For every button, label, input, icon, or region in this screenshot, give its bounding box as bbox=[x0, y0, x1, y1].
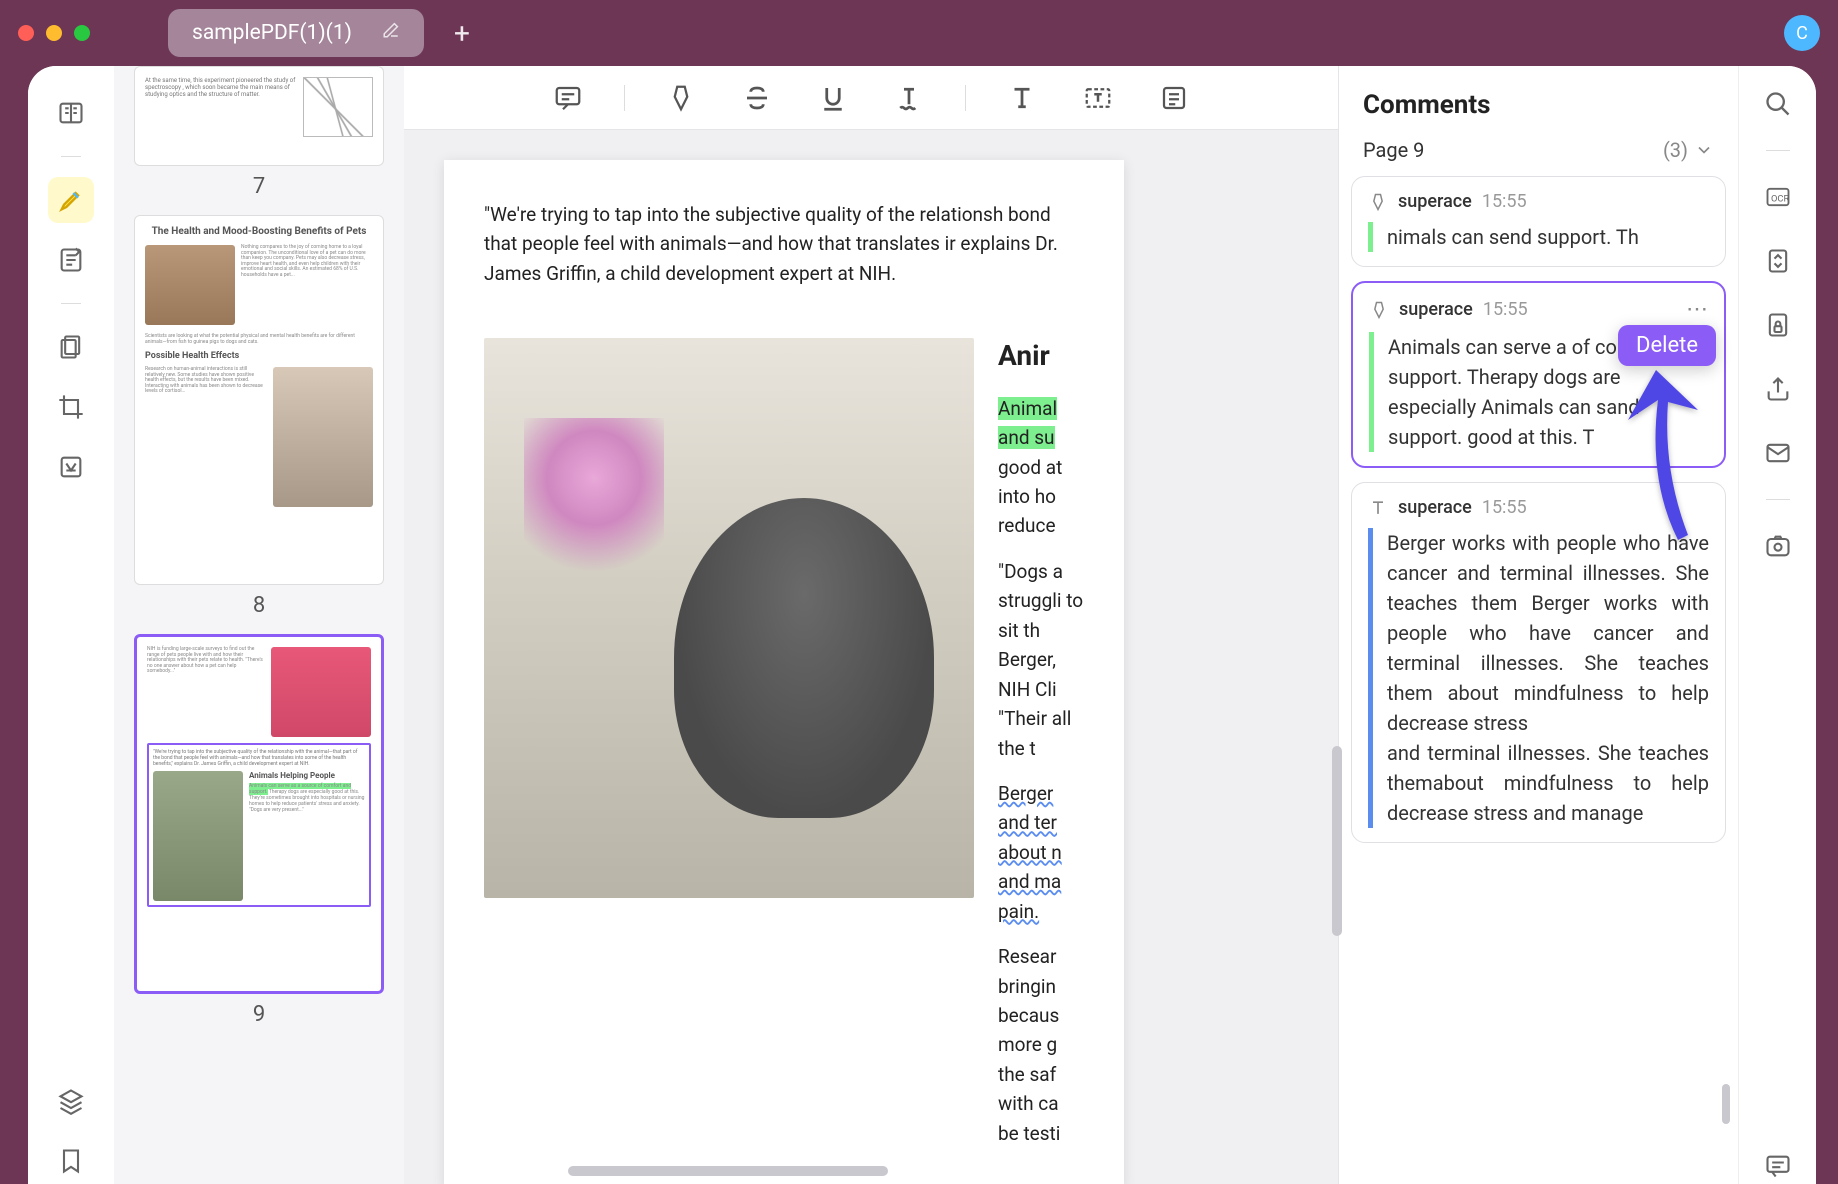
comment-card[interactable]: superace 15:55 nimals can send support. … bbox=[1351, 176, 1726, 267]
separator bbox=[61, 156, 81, 157]
titlebar: samplePDF(1)(1) + C bbox=[0, 0, 1838, 66]
right-rail: OCR bbox=[1738, 66, 1816, 1184]
comment-tool-icon[interactable] bbox=[548, 78, 588, 118]
comment-time: 15:55 bbox=[1482, 191, 1527, 212]
comment-user: superace bbox=[1399, 299, 1473, 320]
separator bbox=[1766, 499, 1790, 500]
annotation-toolbar bbox=[404, 66, 1338, 130]
note-icon[interactable] bbox=[48, 237, 94, 283]
highlighter-icon[interactable] bbox=[48, 177, 94, 223]
thumbnail-panel[interactable]: At the same time, this experiment pionee… bbox=[114, 66, 404, 1184]
body-paragraph: Resear bringin becaus more g the saf wit… bbox=[998, 942, 1084, 1148]
comments-scrollbar[interactable] bbox=[1722, 1084, 1730, 1124]
comment-text: Berger works with people who have cancer… bbox=[1368, 528, 1709, 828]
share-icon[interactable] bbox=[1760, 371, 1796, 407]
bookmark-icon[interactable] bbox=[48, 1138, 94, 1184]
comment-text: nimals can send support. Th bbox=[1368, 222, 1709, 252]
textbox-tool-icon[interactable] bbox=[1078, 78, 1118, 118]
delete-button[interactable]: Delete bbox=[1618, 325, 1716, 366]
page-number: 9 bbox=[134, 994, 384, 1035]
comment-count: (3) bbox=[1663, 138, 1714, 162]
comment-card[interactable]: superace 15:55 Berger works with people … bbox=[1351, 482, 1726, 843]
svg-text:OCR: OCR bbox=[1771, 194, 1789, 205]
comments-panel: Comments Page 9 (3) superace 15:55 nimal… bbox=[1338, 66, 1738, 1184]
highlight-type-icon bbox=[1369, 300, 1389, 320]
app-window: At the same time, this experiment pionee… bbox=[28, 66, 1816, 1184]
horizontal-scrollbar[interactable] bbox=[568, 1166, 888, 1176]
comment-time: 15:55 bbox=[1482, 497, 1527, 518]
thumbnail-page-8[interactable]: The Health and Mood-Boosting Benefits of… bbox=[134, 215, 384, 626]
form-tool-icon[interactable] bbox=[1154, 78, 1194, 118]
convert-icon[interactable] bbox=[1760, 243, 1796, 279]
separator bbox=[1766, 150, 1790, 151]
comment-time: 15:55 bbox=[1483, 299, 1528, 320]
squiggly-tool-icon[interactable] bbox=[889, 78, 929, 118]
page-number: 7 bbox=[134, 166, 384, 207]
ocr-icon[interactable]: OCR bbox=[1760, 179, 1796, 215]
page-number: 8 bbox=[134, 585, 384, 626]
minimize-window[interactable] bbox=[46, 25, 62, 41]
comment-card-selected[interactable]: superace 15:55 ⋯ Animals can serve a of … bbox=[1351, 281, 1726, 468]
search-icon[interactable] bbox=[1760, 86, 1796, 122]
screenshot-icon[interactable] bbox=[1760, 528, 1796, 564]
strikethrough-tool-icon[interactable] bbox=[737, 78, 777, 118]
comment-more-icon[interactable]: ⋯ bbox=[1686, 297, 1708, 322]
comments-title: Comments bbox=[1339, 66, 1738, 138]
page-label: Page 9 bbox=[1363, 138, 1424, 162]
body-paragraph: Animaland su good at into ho reduce bbox=[998, 394, 1084, 541]
stamp-icon[interactable] bbox=[48, 444, 94, 490]
tab-title: samplePDF(1)(1) bbox=[192, 21, 352, 45]
comments-list[interactable]: superace 15:55 nimals can send support. … bbox=[1339, 176, 1738, 1184]
left-rail bbox=[28, 66, 114, 1184]
thumbnail-page-9[interactable]: NIH is funding large-scale surveys to fi… bbox=[134, 634, 384, 1035]
comment-user: superace bbox=[1398, 191, 1472, 212]
comment-user: superace bbox=[1398, 497, 1472, 518]
highlight-tool-icon[interactable] bbox=[661, 78, 701, 118]
comments-header[interactable]: Page 9 (3) bbox=[1339, 138, 1738, 176]
close-window[interactable] bbox=[18, 25, 34, 41]
page-content: "We're trying to tap into the subjective… bbox=[444, 160, 1124, 1184]
highlight-type-icon bbox=[1368, 192, 1388, 212]
document-tab[interactable]: samplePDF(1)(1) bbox=[168, 9, 424, 57]
text-type-icon bbox=[1368, 498, 1388, 518]
reader-mode-icon[interactable] bbox=[48, 90, 94, 136]
separator bbox=[965, 85, 966, 111]
lock-page-icon[interactable] bbox=[1760, 307, 1796, 343]
vertical-scrollbar[interactable] bbox=[1332, 746, 1342, 936]
feedback-icon[interactable] bbox=[1760, 1148, 1796, 1184]
layers-icon[interactable] bbox=[48, 1078, 94, 1124]
pages-icon[interactable] bbox=[48, 324, 94, 370]
chevron-down-icon bbox=[1694, 140, 1714, 160]
maximize-window[interactable] bbox=[74, 25, 90, 41]
crop-icon[interactable] bbox=[48, 384, 94, 430]
text-tool-icon[interactable] bbox=[1002, 78, 1042, 118]
new-tab-button[interactable]: + bbox=[454, 17, 470, 50]
body-paragraph: Berger and ter about n and ma pain. bbox=[998, 779, 1084, 926]
separator bbox=[624, 85, 625, 111]
window-controls bbox=[18, 25, 90, 41]
user-avatar[interactable]: C bbox=[1784, 15, 1820, 51]
quote-paragraph: "We're trying to tap into the subjective… bbox=[484, 200, 1084, 288]
underline-tool-icon[interactable] bbox=[813, 78, 853, 118]
section-heading: Anir bbox=[998, 334, 1084, 377]
hero-image bbox=[484, 338, 974, 898]
thumbnail-page-7[interactable]: At the same time, this experiment pionee… bbox=[134, 66, 384, 207]
main-area: "We're trying to tap into the subjective… bbox=[404, 66, 1338, 1184]
document-viewport[interactable]: "We're trying to tap into the subjective… bbox=[404, 130, 1338, 1184]
body-paragraph: "Dogs a struggli to sit th Berger, NIH C… bbox=[998, 557, 1084, 763]
edit-tab-icon[interactable] bbox=[382, 21, 400, 45]
mail-icon[interactable] bbox=[1760, 435, 1796, 471]
separator bbox=[61, 303, 81, 304]
